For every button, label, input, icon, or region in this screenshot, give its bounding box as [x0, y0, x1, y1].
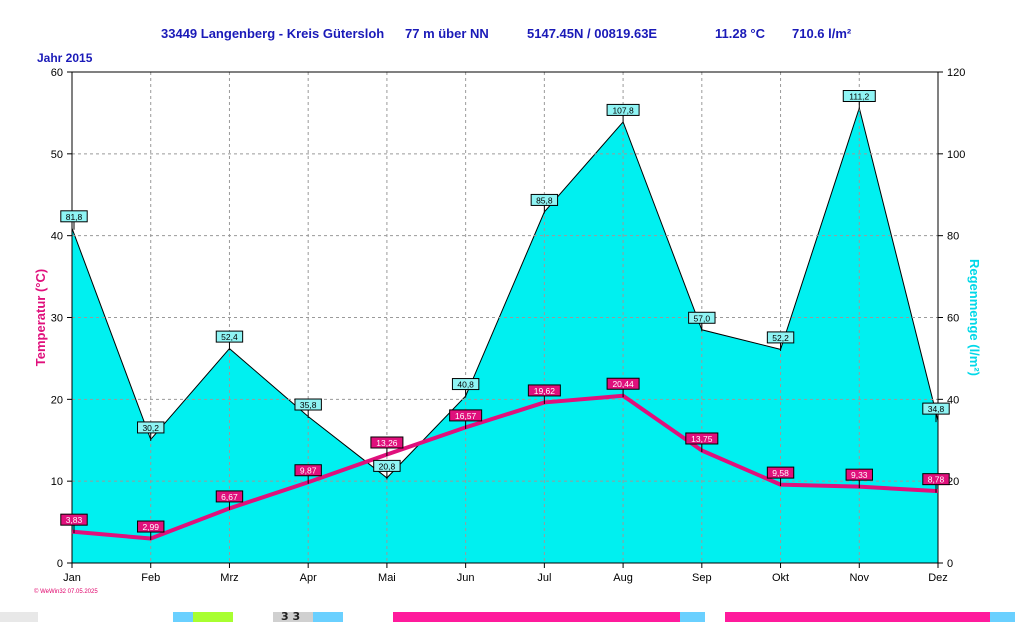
- bottom-image-strip: 3 3: [0, 612, 1015, 622]
- y2-tick-label: 0: [947, 558, 953, 570]
- x-tick-label: Jan: [63, 572, 81, 584]
- label-text: 19,62: [534, 386, 556, 396]
- y-tick-label: 30: [51, 313, 63, 325]
- label-text: 20,44: [612, 379, 634, 389]
- label-text: 52,2: [772, 333, 789, 343]
- y2-tick-label: 120: [947, 67, 965, 79]
- rain-value-label: 81,8: [60, 210, 88, 230]
- y2-tick-label: 100: [947, 149, 965, 161]
- label-text: 81,8: [66, 212, 83, 222]
- x-tick-label: Sep: [692, 572, 712, 584]
- y-tick-label: 40: [51, 231, 63, 243]
- label-text: 13,75: [691, 434, 713, 444]
- x-tick-label: Apr: [300, 572, 317, 584]
- label-text: 52,4: [221, 332, 238, 342]
- x-tick-label: Aug: [613, 572, 633, 584]
- label-text: 40,8: [457, 380, 474, 390]
- y-tick-label: 60: [51, 67, 63, 79]
- y-axis-title: Temperatur (°C): [33, 269, 48, 366]
- rain-area: [72, 108, 938, 564]
- y2-axis-title: Regenmenge (l/m²): [967, 259, 982, 376]
- y-tick-label: 0: [57, 558, 63, 570]
- label-text: 6,67: [221, 492, 238, 502]
- label-text: 2,99: [142, 522, 159, 532]
- label-text: 111,2: [849, 92, 869, 102]
- label-text: 9,58: [772, 468, 789, 478]
- x-tick-label: Nov: [849, 572, 869, 584]
- x-tick-label: Okt: [772, 572, 789, 584]
- label-text: 9,33: [851, 470, 868, 480]
- rain-value-label: 111,2: [842, 90, 876, 110]
- label-text: 3,83: [66, 515, 83, 525]
- copyright-note: © WeWin32 07.05.2025: [34, 589, 98, 595]
- label-text: 9,87: [300, 466, 317, 476]
- x-tick-label: Mai: [378, 572, 396, 584]
- y2-tick-label: 60: [947, 313, 959, 325]
- label-text: 30,2: [142, 423, 159, 433]
- label-text: 57,0: [694, 313, 711, 323]
- temperature-value-label: 13,26: [370, 436, 404, 456]
- x-tick-label: Jul: [537, 572, 551, 584]
- rain-value-label: 107,8: [606, 103, 640, 124]
- y-tick-label: 10: [51, 476, 63, 488]
- x-tick-label: Dez: [928, 572, 948, 584]
- label-text: 16,57: [455, 411, 477, 421]
- x-tick-label: Feb: [141, 572, 160, 584]
- label-text: 107,8: [612, 105, 634, 115]
- y2-tick-label: 80: [947, 231, 959, 243]
- climate-chart: 0102030405060020406080100120Jan Feb Mrz Apr…: [33, 67, 982, 584]
- rain-value-label: 52,4: [215, 330, 244, 351]
- label-text: 85,8: [536, 195, 553, 205]
- label-text: 34,8: [928, 404, 945, 414]
- strip-text: 3 3: [281, 612, 301, 622]
- y-tick-label: 50: [51, 149, 63, 161]
- label-text: 20,8: [379, 461, 396, 471]
- y-tick-label: 20: [51, 394, 63, 406]
- x-tick-label: Jun: [457, 572, 475, 584]
- label-text: 13,26: [376, 438, 398, 448]
- label-text: 8,78: [928, 475, 945, 485]
- label-text: 35,8: [300, 400, 317, 410]
- x-tick-label: Mrz: [220, 572, 238, 584]
